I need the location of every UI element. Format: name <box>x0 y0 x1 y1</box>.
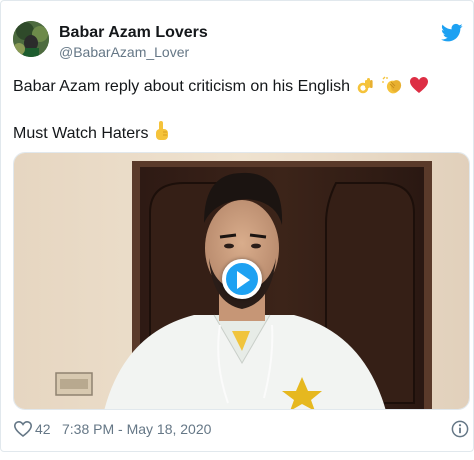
tweet-text-line-1: Babar Azam reply about criticism on his … <box>13 76 463 100</box>
tweet-timestamp[interactable]: 7:38 PM - May 18, 2020 <box>62 421 211 437</box>
heart-outline-icon[interactable] <box>13 420 33 438</box>
author-display-name[interactable]: Babar Azam Lovers <box>59 23 208 43</box>
clapping-hands-icon <box>381 76 403 100</box>
ok-hand-icon <box>357 76 375 100</box>
play-icon <box>237 271 250 289</box>
twitter-bird-icon[interactable] <box>441 23 463 43</box>
red-heart-icon <box>409 76 429 100</box>
tweet-header: Babar Azam Lovers @BabarAzam_Lover <box>13 21 463 65</box>
tweet-text-line-2: Must Watch Haters <box>13 121 463 147</box>
tweet-text-line-2-content: Must Watch Haters <box>13 125 149 142</box>
play-button[interactable] <box>222 259 262 299</box>
tweet-text-line-1-content: Babar Azam reply about criticism on his … <box>13 78 351 95</box>
video-thumbnail[interactable] <box>13 152 470 410</box>
author-block[interactable]: Babar Azam Lovers @BabarAzam_Lover <box>59 23 208 61</box>
tweet-footer: 42 7:38 PM - May 18, 2020 <box>13 419 471 441</box>
like-count[interactable]: 42 <box>35 421 51 437</box>
info-circle-icon[interactable] <box>451 420 469 438</box>
author-handle[interactable]: @BabarAzam_Lover <box>59 43 208 61</box>
tweet-card: Babar Azam Lovers @BabarAzam_Lover Babar… <box>0 0 474 452</box>
avatar[interactable] <box>13 21 49 57</box>
tweet-text: Babar Azam reply about criticism on his … <box>13 76 463 147</box>
index-pointing-up-icon <box>155 121 169 147</box>
